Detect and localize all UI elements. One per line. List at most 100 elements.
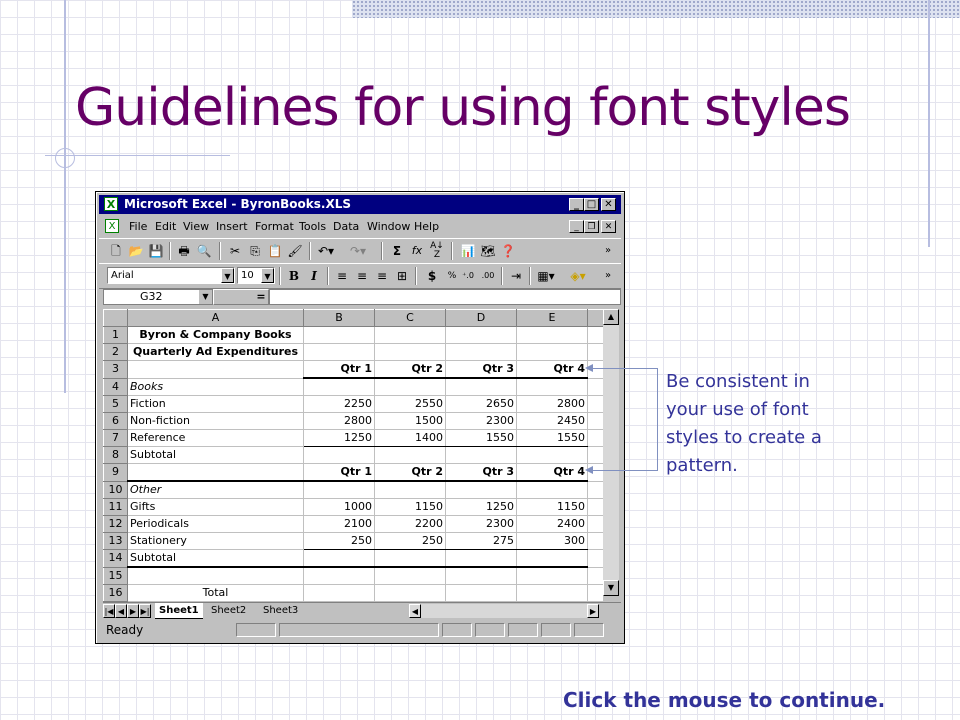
print-preview-icon[interactable]: 🔍 xyxy=(195,242,213,260)
cell[interactable] xyxy=(516,549,588,568)
cell[interactable] xyxy=(445,549,517,568)
cell[interactable] xyxy=(516,378,588,396)
cell[interactable] xyxy=(587,567,604,585)
cell[interactable] xyxy=(587,429,604,447)
cell[interactable] xyxy=(516,584,588,602)
help-icon[interactable]: ❓ xyxy=(499,242,517,260)
menu-file[interactable]: File xyxy=(129,220,147,233)
function-icon[interactable]: fx xyxy=(408,242,426,260)
cell[interactable]: Gifts xyxy=(127,498,304,516)
cell[interactable] xyxy=(374,378,446,396)
sheet-tab-3[interactable]: Sheet3 xyxy=(259,603,302,618)
cell[interactable] xyxy=(516,567,588,585)
align-left-icon[interactable]: ≡ xyxy=(333,267,351,285)
paste-icon[interactable]: 📋 xyxy=(266,242,284,260)
row-header[interactable]: 7 xyxy=(103,429,128,447)
doc-close-button[interactable]: ✕ xyxy=(601,220,616,233)
cell[interactable]: Reference xyxy=(127,429,304,447)
minimize-button[interactable]: _ xyxy=(569,198,584,211)
name-box[interactable]: G32 ▼ xyxy=(103,289,213,305)
cell[interactable]: Total xyxy=(127,584,304,602)
column-header[interactable] xyxy=(587,309,604,327)
row-header[interactable]: 13 xyxy=(103,532,128,550)
cell[interactable] xyxy=(303,378,375,396)
cell[interactable] xyxy=(587,515,604,533)
cell[interactable] xyxy=(127,567,304,585)
column-header[interactable]: C xyxy=(374,309,446,327)
row-header[interactable]: 15 xyxy=(103,566,128,585)
align-center-icon[interactable]: ≡ xyxy=(353,267,371,285)
close-button[interactable]: ✕ xyxy=(601,198,616,211)
row-header[interactable]: 10 xyxy=(103,480,128,499)
cell[interactable] xyxy=(516,326,588,344)
cell[interactable]: Qtr 4 xyxy=(516,463,588,482)
indent-icon[interactable]: ⇥ xyxy=(507,267,525,285)
sheet-tab-2[interactable]: Sheet2 xyxy=(207,603,250,618)
last-sheet-icon[interactable]: ▶| xyxy=(139,604,151,618)
prev-sheet-icon[interactable]: ◀ xyxy=(115,604,127,618)
cell[interactable]: 2300 xyxy=(445,412,517,430)
cell[interactable]: 2250 xyxy=(303,395,375,413)
chart-wizard-icon[interactable]: 📊 xyxy=(459,242,477,260)
doc-minimize-button[interactable]: _ xyxy=(569,220,584,233)
cell[interactable]: Fiction xyxy=(127,395,304,413)
column-header[interactable]: E xyxy=(516,309,588,327)
open-icon[interactable]: 📂 xyxy=(127,242,145,260)
cell[interactable] xyxy=(587,584,604,602)
cell[interactable] xyxy=(587,532,604,550)
edit-formula-button[interactable]: = xyxy=(213,289,269,305)
cell[interactable] xyxy=(374,343,446,361)
sort-ascending-icon[interactable]: A↓ Z xyxy=(428,242,446,260)
cut-icon[interactable]: ✂ xyxy=(226,242,244,260)
cell[interactable] xyxy=(445,326,517,344)
cell[interactable]: Qtr 4 xyxy=(516,360,588,379)
cell[interactable] xyxy=(303,567,375,585)
menu-insert[interactable]: Insert xyxy=(216,220,248,233)
cell[interactable] xyxy=(587,498,604,516)
vertical-scrollbar[interactable]: ▲ ▼ xyxy=(603,309,619,596)
bold-icon[interactable]: B xyxy=(285,267,303,285)
continue-prompt[interactable]: Click the mouse to continue. xyxy=(563,688,885,712)
cell[interactable]: Qtr 2 xyxy=(374,360,446,379)
cell[interactable]: 2400 xyxy=(516,515,588,533)
cell[interactable] xyxy=(587,378,604,396)
doc-restore-button[interactable]: ❐ xyxy=(584,220,599,233)
cell[interactable] xyxy=(374,326,446,344)
cell[interactable]: 1250 xyxy=(445,498,517,516)
cell[interactable]: 2550 xyxy=(374,395,446,413)
row-header[interactable]: 12 xyxy=(103,515,128,533)
cell[interactable] xyxy=(445,584,517,602)
cell[interactable] xyxy=(587,395,604,413)
autosum-icon[interactable]: Σ xyxy=(388,242,406,260)
cell[interactable]: 1250 xyxy=(303,429,375,447)
menu-data[interactable]: Data xyxy=(333,220,359,233)
cell[interactable]: Stationery xyxy=(127,532,304,550)
cell[interactable] xyxy=(587,549,604,568)
cell[interactable] xyxy=(303,549,375,568)
cell[interactable] xyxy=(587,481,604,499)
cell[interactable] xyxy=(445,378,517,396)
row-header[interactable]: 9 xyxy=(103,463,128,482)
chevron-down-icon[interactable]: ▼ xyxy=(199,290,212,304)
cell[interactable] xyxy=(374,549,446,568)
save-icon[interactable]: 💾 xyxy=(147,242,165,260)
cell[interactable]: 2450 xyxy=(516,412,588,430)
cell[interactable] xyxy=(303,343,375,361)
merge-center-icon[interactable]: ⊞ xyxy=(393,267,411,285)
align-right-icon[interactable]: ≡ xyxy=(373,267,391,285)
cell[interactable]: Qtr 2 xyxy=(374,463,446,482)
cell[interactable] xyxy=(303,584,375,602)
map-icon[interactable]: 🗺 xyxy=(479,242,497,260)
cell[interactable] xyxy=(445,567,517,585)
cell[interactable] xyxy=(587,343,604,361)
cell[interactable] xyxy=(374,481,446,499)
chevron-down-icon[interactable]: ▼ xyxy=(221,268,234,283)
cell[interactable]: Subtotal xyxy=(127,446,304,464)
cell[interactable]: Qtr 3 xyxy=(445,463,517,482)
cell[interactable] xyxy=(516,343,588,361)
new-icon[interactable]: 🗋 xyxy=(107,242,125,260)
cell[interactable] xyxy=(445,481,517,499)
cell[interactable] xyxy=(445,446,517,464)
cell[interactable]: Quarterly Ad Expenditures xyxy=(127,343,304,361)
currency-icon[interactable]: $ xyxy=(423,267,441,285)
